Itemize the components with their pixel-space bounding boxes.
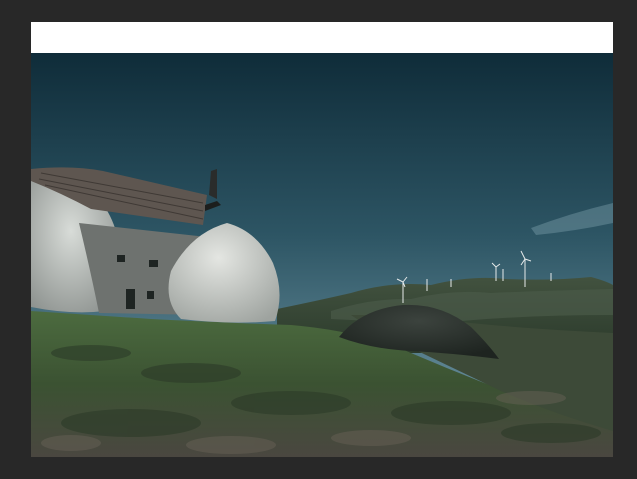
editor-workspace — [0, 0, 637, 479]
document-canvas[interactable] — [31, 22, 613, 457]
landscape-photo — [31, 53, 613, 457]
